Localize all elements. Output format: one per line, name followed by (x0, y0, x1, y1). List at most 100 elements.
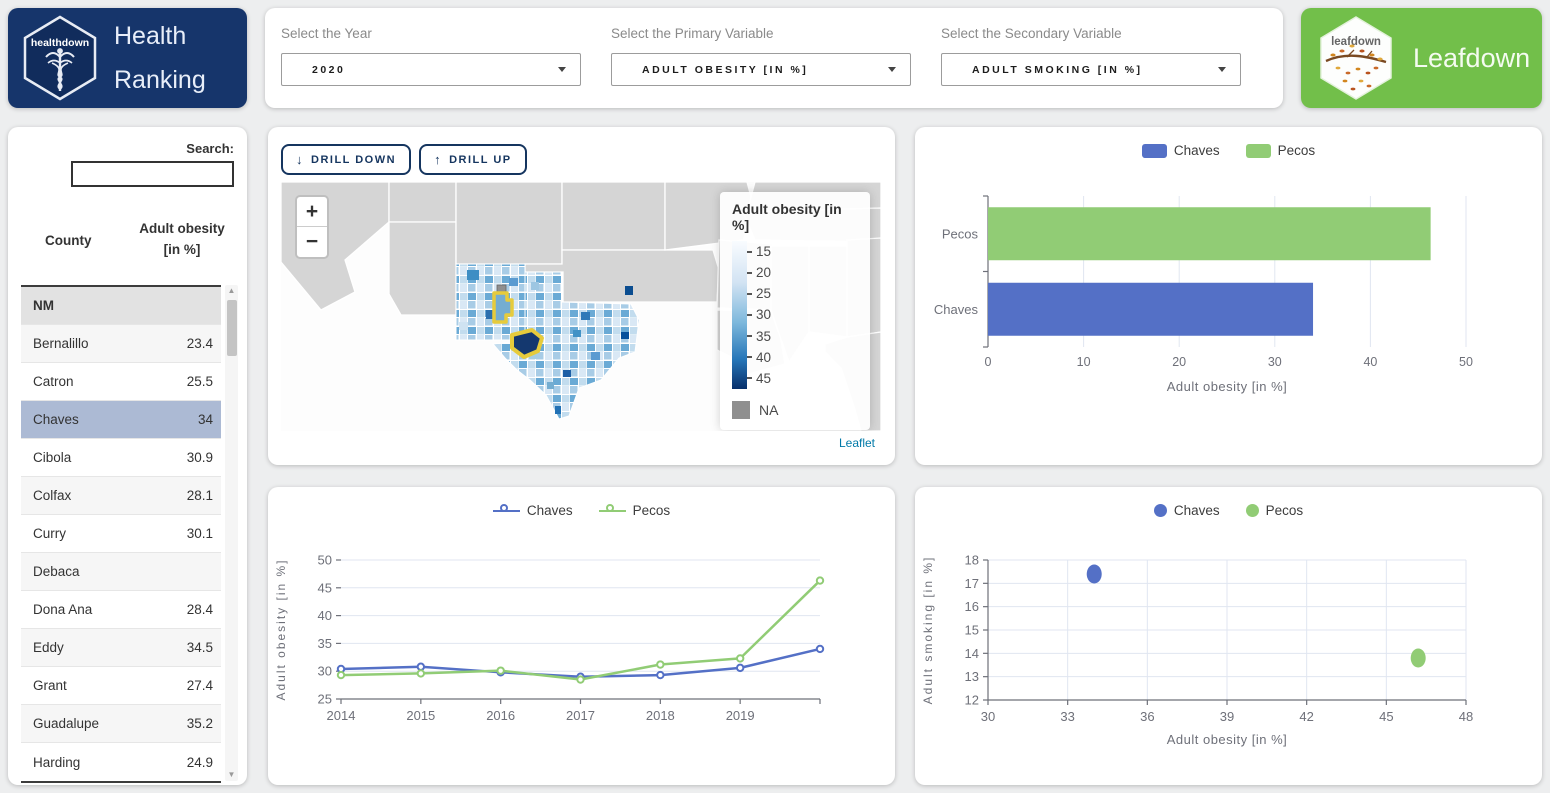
county-cell: Guadalupe (21, 716, 159, 731)
pecos-county-highlight[interactable] (512, 330, 542, 357)
value-cell: 24.9 (159, 755, 221, 770)
scrollbar-thumb[interactable] (227, 300, 237, 356)
table-row-chaves[interactable]: Chaves34 (21, 401, 221, 439)
value-cell: 30.9 (159, 450, 221, 465)
table-row-harding[interactable]: Harding24.9 (21, 743, 221, 781)
county-cell: Curry (21, 526, 159, 541)
zoom-in-button[interactable]: + (297, 197, 327, 227)
scroll-down-icon[interactable]: ▼ (225, 769, 238, 781)
legend-item-pecos[interactable]: Pecos (1246, 143, 1316, 158)
x-axis-title: Adult obesity [in %] (1167, 379, 1288, 394)
table-row-catron[interactable]: Catron25.5 (21, 363, 221, 401)
map-legend: Adult obesity [in %] 15202530354045 NA (720, 192, 870, 430)
state-shape (562, 182, 665, 250)
controls-panel: Select the Year 2020 Select the Primary … (265, 8, 1283, 108)
health-ranking-logo-card: healthdown Health Ranking (8, 8, 247, 108)
county-cell: Bernalillo (21, 336, 159, 351)
legend-item-chaves[interactable]: Chaves (493, 503, 573, 518)
line-chart[interactable]: 253035404550201420152016201720182019Adul… (268, 487, 895, 785)
y-tick-label: 25 (318, 692, 332, 707)
secondary-variable-label: Select the Secondary Variable (941, 26, 1241, 41)
x-tick-label: 40 (1363, 355, 1377, 369)
table-row-bernalillo[interactable]: Bernalillo23.4 (21, 325, 221, 363)
legend-tick: 45 (747, 371, 771, 386)
table-row-guadalupe[interactable]: Guadalupe35.2 (21, 705, 221, 743)
legend-item-chaves[interactable]: Chaves (1154, 503, 1220, 518)
legend-na-swatch (732, 401, 750, 419)
scatter-point-chaves[interactable] (1087, 565, 1102, 584)
legend-item-pecos[interactable]: Pecos (599, 503, 671, 518)
legend-marker (599, 504, 626, 517)
primary-variable-label: Select the Primary Variable (611, 26, 911, 41)
county-cell: Colfax (21, 488, 159, 503)
drill-down-button[interactable]: ↓ DRILL DOWN (281, 144, 411, 175)
x-tick-label: 2019 (726, 708, 755, 723)
table-row-cibola[interactable]: Cibola30.9 (21, 439, 221, 477)
x-tick-label: 2014 (327, 708, 356, 723)
x-tick-label: 42 (1299, 709, 1313, 724)
legend-tick: 40 (747, 350, 771, 365)
y-tick-label: 17 (965, 576, 979, 591)
legend-marker (1154, 504, 1167, 517)
x-tick-label: 2018 (646, 708, 675, 723)
chevron-down-icon (1218, 67, 1226, 72)
value-cell: 28.1 (159, 488, 221, 503)
table-row-grant[interactable]: Grant27.4 (21, 667, 221, 705)
x-tick-label: 2017 (566, 708, 595, 723)
value-cell: 25.5 (159, 374, 221, 389)
bar-chart[interactable]: 01020304050ChavesPecosAdult obesity [in … (915, 127, 1542, 465)
table-row-eddy[interactable]: Eddy34.5 (21, 629, 221, 667)
y-tick-label: 30 (318, 664, 332, 679)
secondary-variable-select[interactable]: ADULT SMOKING [IN %] (941, 53, 1241, 86)
table-row-curry[interactable]: Curry30.1 (21, 515, 221, 553)
bar-chart-legend: Chaves Pecos (915, 143, 1542, 158)
bar-pecos[interactable] (988, 207, 1431, 260)
leafdown-hex-logo: leafdown (1317, 15, 1395, 101)
map-legend-title: Adult obesity [in %] (732, 201, 858, 233)
x-tick-label: 48 (1459, 709, 1473, 724)
y-tick-label: 45 (318, 580, 332, 595)
legend-item-chaves[interactable]: Chaves (1142, 143, 1220, 158)
hex-label: leafdown (1331, 36, 1381, 48)
drill-up-button[interactable]: ↑ DRILL UP (419, 144, 527, 175)
bar-chaves[interactable] (988, 283, 1313, 336)
primary-variable-value: ADULT OBESITY [IN %] (642, 64, 808, 76)
x-tick-label: 30 (1268, 355, 1282, 369)
table-row-debaca[interactable]: Debaca (21, 553, 221, 591)
table-row-nm[interactable]: NM (21, 287, 221, 325)
primary-variable-select[interactable]: ADULT OBESITY [IN %] (611, 53, 911, 86)
legend-item-pecos[interactable]: Pecos (1246, 503, 1304, 518)
value-cell: 30.1 (159, 526, 221, 541)
scroll-up-icon[interactable]: ▲ (225, 285, 238, 297)
legend-marker (1246, 504, 1259, 517)
chevron-down-icon (558, 67, 566, 72)
column-header-county[interactable]: County (21, 233, 138, 248)
leaflet-attribution-link[interactable]: Leaflet (839, 436, 875, 450)
legend-tick: 25 (747, 286, 771, 301)
legend-marker (1142, 144, 1167, 158)
search-label: Search: (21, 141, 234, 156)
column-header-adult-obesity[interactable]: Adult obesity [in %] (138, 219, 226, 261)
county-cell: Grant (21, 678, 159, 693)
year-select[interactable]: 2020 (281, 53, 581, 86)
scatter-point-pecos[interactable] (1411, 649, 1426, 668)
scatter-chart[interactable]: 3033363942454812131415161718Adult obesit… (915, 487, 1542, 785)
state-shape (389, 182, 456, 222)
y-tick-label: 16 (965, 599, 979, 614)
legend-tick: 20 (747, 265, 771, 280)
zoom-out-button[interactable]: − (297, 227, 327, 257)
table-row-colfax[interactable]: Colfax28.1 (21, 477, 221, 515)
x-tick-label: 2015 (406, 708, 435, 723)
search-input[interactable] (71, 161, 234, 187)
table-row-dona-ana[interactable]: Dona Ana28.4 (21, 591, 221, 629)
county-table-panel: Search: County Adult obesity [in %] NM Be… (8, 127, 247, 785)
leaflet-map[interactable]: + − Adult obesity [in %] 15202530354045 … (281, 182, 881, 431)
county-cell: Dona Ana (21, 602, 159, 617)
value-cell: 34 (159, 412, 221, 427)
y-tick-label: 13 (965, 669, 979, 684)
table-scrollbar[interactable]: ▲ ▼ (225, 285, 238, 781)
x-tick-label: 2016 (486, 708, 515, 723)
county-cell: Debaca (21, 564, 159, 579)
scatter-chart-legend: Chaves Pecos (915, 503, 1542, 518)
county-cell: NM (21, 298, 159, 313)
